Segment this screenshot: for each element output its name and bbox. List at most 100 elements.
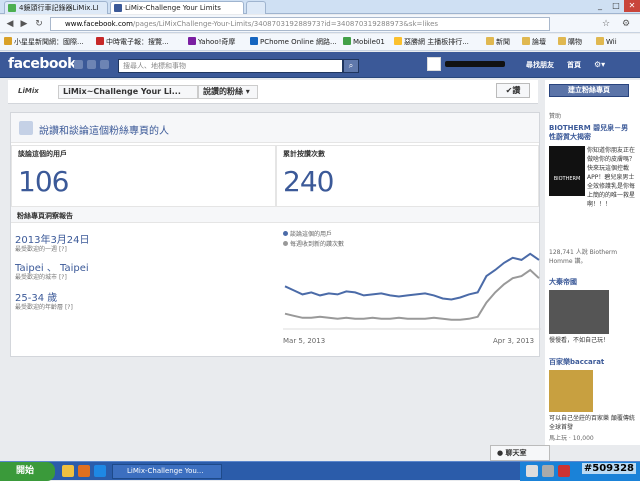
series-line-1 (284, 252, 540, 301)
tab-label: 4鏡頭行車記錄器LiMix.LI (19, 4, 99, 12)
bookmark-label: 惡勝網 主播板排行... (404, 38, 469, 46)
bookmark-icon (343, 37, 351, 45)
ad-image[interactable] (549, 290, 609, 334)
tab-label: LiMix-Challenge Your Limits (125, 4, 221, 12)
bookmark-item[interactable]: 中時電子報：搜覽... (96, 37, 169, 47)
find-friends-link[interactable]: 尋找朋友 (526, 60, 554, 70)
start-button[interactable]: 開始 (0, 462, 55, 481)
ad-title[interactable]: BIOTHERM 碧兒泉－男性蔚質大揭密 (549, 124, 635, 142)
chrome-icon[interactable] (62, 465, 74, 477)
chat-label: 聊天室 (505, 449, 527, 457)
ad-text: 可以自己坐莊的百家樂 顛覆傳統 全球首發 (549, 415, 635, 431)
taskbar-window-button[interactable]: LiMix-Challenge You... (112, 464, 222, 479)
ad-image[interactable] (549, 370, 593, 412)
chevron-down-icon: ▾ (245, 87, 250, 96)
maximize-icon[interactable]: □ (608, 0, 624, 12)
bookmark-folder[interactable]: 論壇 (522, 37, 546, 47)
bookmark-label: Mobile01 (353, 38, 385, 46)
settings-gear-icon[interactable]: ⚙▾ (594, 59, 608, 70)
forward-icon[interactable]: ▶ (18, 18, 30, 30)
ad-image-caption: BIOTHERM (553, 176, 581, 182)
folder-icon (486, 37, 494, 45)
bookmark-label: 新聞 (496, 38, 510, 46)
address-bar-row: ◀ ▶ ↻ www.facebook.com/pages/LiMixChalle… (0, 15, 640, 33)
tray-icon[interactable] (542, 465, 554, 477)
tab-facebook[interactable]: LiMix-Challenge Your Limits (110, 1, 244, 14)
new-tab-button[interactable] (246, 1, 266, 14)
bookmark-label: PChome Online 網路... (260, 38, 337, 46)
insights-header: 粉絲專頁洞察報告 (11, 207, 539, 223)
browser-tab-bar: 4鏡頭行車記錄器LiMix.LI LiMix-Challenge Your Li… (0, 0, 640, 14)
bookmark-item[interactable]: PChome Online 網路... (250, 37, 337, 47)
total-likes-stat: 累計按讚次數 240 (276, 145, 539, 207)
page-name-button[interactable]: LiMix~Challenge Your Li... (58, 85, 198, 99)
bookmark-icon (188, 37, 196, 45)
close-icon[interactable]: ✕ (624, 0, 640, 12)
notifications-icon[interactable] (100, 60, 109, 69)
bookmark-folder[interactable]: 購物 (558, 37, 582, 47)
create-page-button[interactable]: 建立粉絲專頁 (549, 84, 629, 97)
help-link[interactable]: [?] (59, 274, 67, 281)
insights-title: 粉絲專頁洞察報告 (17, 212, 73, 220)
search-icon[interactable]: ⌕ (343, 59, 359, 73)
ad-likes[interactable]: 馬上玩 · 10,000 (549, 434, 637, 443)
ad-image[interactable]: BIOTHERM (549, 146, 585, 196)
like-button[interactable]: ✔讚 (496, 83, 530, 98)
profile-name-redacted[interactable] (445, 61, 505, 67)
ad-title[interactable]: 大秦帝國 (549, 278, 635, 287)
bookmark-item[interactable]: 小星星新聞網：國際... (4, 37, 84, 47)
stat-value: 240 (283, 165, 334, 198)
reload-icon[interactable]: ↻ (33, 18, 45, 30)
right-ads-column: 建立粉絲專頁 贊助 BIOTHERM 碧兒泉－男性蔚質大揭密 BIOTHERM … (545, 80, 640, 445)
facebook-logo[interactable]: facebook (8, 56, 76, 72)
facebook-favicon-icon (114, 4, 122, 12)
bookmark-item[interactable]: Mobile01 (343, 37, 385, 47)
panel-title: 說讚和談論這個粉絲專頁的人 (39, 126, 169, 137)
popular-age-label: 最受歡迎的年齡層 [?] (15, 302, 73, 311)
sponsored-label: 贊助 (549, 113, 562, 120)
bookmark-folder[interactable]: 新聞 (486, 37, 510, 47)
stat-sublabel: 最受歡迎的年齡層 (15, 304, 64, 311)
tray-icon[interactable] (526, 465, 538, 477)
bookmark-item[interactable]: 惡勝網 主播板排行... (394, 37, 469, 47)
chat-bar[interactable]: ● 聊天室 (490, 445, 550, 461)
bookmark-label: Wii (606, 38, 617, 46)
url-host: www.facebook.com (65, 20, 133, 28)
help-link[interactable]: [?] (65, 304, 73, 311)
bookmark-item[interactable]: Yahoo!奇摩 (188, 37, 235, 47)
url-field[interactable]: www.facebook.com/pages/LiMixChallenge-Yo… (50, 17, 550, 31)
friend-requests-icon[interactable] (74, 60, 83, 69)
minimize-icon[interactable]: _ (592, 0, 608, 12)
star-icon[interactable]: ☆ (600, 18, 612, 30)
home-link[interactable]: 首頁 (567, 60, 581, 70)
page-logo[interactable]: LiMix (18, 87, 39, 95)
search-input[interactable]: 搜尋人、地標和事物 (118, 59, 343, 73)
folder-icon (522, 37, 530, 45)
bookmark-label: 論壇 (532, 38, 546, 46)
ad-title[interactable]: 百家樂baccarat (549, 358, 635, 367)
bookmark-folder[interactable]: Wii (596, 37, 617, 47)
ad-likes[interactable]: 128,741 人說 Biotherm Homme 讚。 (549, 248, 637, 266)
folder-icon (558, 37, 566, 45)
dropdown-label: 說讚的粉絲 (203, 87, 243, 96)
bookmark-label: 中時電子報：搜覽... (106, 38, 169, 46)
thumbs-up-icon (19, 121, 33, 135)
firefox-icon[interactable] (78, 465, 90, 477)
wrench-icon[interactable]: ⚙ (620, 18, 632, 30)
help-link[interactable]: [?] (59, 246, 67, 253)
messages-icon[interactable] (87, 60, 96, 69)
bookmark-label: 購物 (568, 38, 582, 46)
stat-label: 談論這個的用戶 (18, 150, 67, 158)
ad-text: 你知道你朋友正在做啥你的皮膚嗎？快來玩這個控載APP！碧兒泉男士全效修護乳是你每… (587, 147, 636, 208)
popular-week-label: 最受歡迎的一週 [?] (15, 244, 67, 253)
site-favicon-icon (8, 4, 16, 12)
tray-icon[interactable] (558, 465, 570, 477)
profile-avatar[interactable] (427, 57, 441, 71)
x-tick-end: Apr 3, 2013 (493, 337, 535, 345)
ie-icon[interactable] (94, 465, 106, 477)
tab-limix-store[interactable]: 4鏡頭行車記錄器LiMix.LI (4, 1, 108, 14)
likes-panel: 說讚和談論這個粉絲專頁的人 談論這個的用戶 106 累計按讚次數 240 粉絲專… (10, 112, 541, 357)
stat-sublabel: 最受歡迎的城市 (15, 274, 58, 281)
likes-dropdown[interactable]: 說讚的粉絲 ▾ (198, 85, 258, 99)
back-icon[interactable]: ◀ (4, 18, 16, 30)
